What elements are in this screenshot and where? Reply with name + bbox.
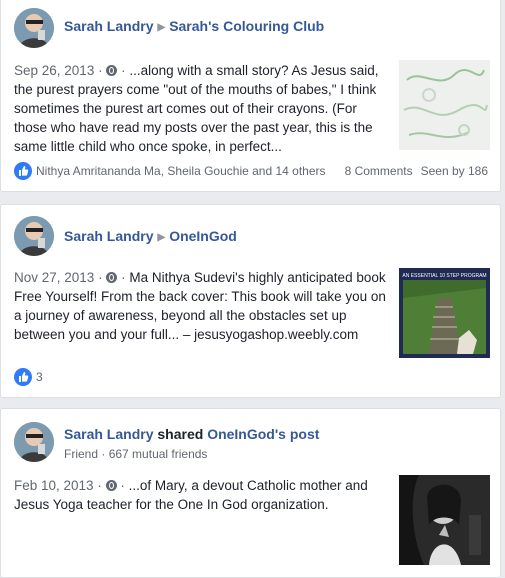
feed-post: Sarah Landry ▶ Sarah's Colouring Club Sep … (0, 0, 501, 192)
like-icon[interactable] (14, 368, 32, 386)
separator: · (98, 63, 103, 78)
post-date[interactable]: Nov 27, 2013 (14, 270, 94, 285)
caret-right-icon: ▶ (157, 232, 166, 243)
feed-post: Sarah Landry shared OneInGod's post Frie… (0, 408, 501, 578)
separator: · (98, 270, 103, 285)
separator: · (120, 478, 125, 493)
separator: · (121, 63, 126, 78)
seen-count[interactable]: Seen by 186 (421, 164, 488, 178)
author-link[interactable]: Sarah Landry (64, 228, 153, 244)
author-link[interactable]: Sarah Landry (64, 426, 153, 442)
friend-info: Friend · 667 mutual friends (64, 447, 207, 461)
separator: · (121, 270, 126, 285)
post-text: Sep 26, 2013 · · ...along with a small s… (14, 61, 389, 156)
post-thumbnail[interactable] (399, 60, 490, 150)
friend-label: Friend (64, 447, 99, 461)
comments-count[interactable]: 8 Comments (345, 164, 413, 178)
reaction-count[interactable]: 3 (36, 370, 43, 384)
group-link[interactable]: OneInGod (169, 228, 237, 244)
post-text: Feb 10, 2013 · · ...of Mary, a devout Ca… (14, 476, 384, 514)
globe-icon (106, 65, 118, 76)
separator: · (97, 478, 102, 493)
post-date[interactable]: Sep 26, 2013 (14, 63, 94, 78)
post-date[interactable]: Feb 10, 2013 (14, 478, 94, 493)
author-link[interactable]: Sarah Landry (64, 18, 153, 34)
post-footer: Nithya Amritananda Ma, Sheila Gouchie an… (14, 162, 488, 180)
mutual-friends-link[interactable]: 667 mutual friends (109, 447, 208, 461)
shared-post-link[interactable]: OneInGod's post (207, 426, 319, 442)
group-link[interactable]: Sarah's Colouring Club (169, 18, 324, 34)
globe-icon (105, 480, 117, 491)
post-thumbnail[interactable] (399, 475, 490, 565)
feed-post: Sarah Landry ▶ OneInGod Nov 27, 2013 · · M… (0, 204, 501, 398)
post-footer: 3 (14, 368, 488, 386)
separator: · (101, 447, 106, 461)
avatar[interactable] (14, 216, 54, 256)
post-thumbnail[interactable]: AN ESSENTIAL 10 STEP PROGRAM (399, 268, 490, 358)
reaction-summary[interactable]: Nithya Amritananda Ma, Sheila Gouchie an… (36, 164, 326, 178)
shared-label: shared (157, 426, 204, 442)
caret-right-icon: ▶ (157, 22, 166, 33)
globe-icon (106, 272, 118, 283)
avatar[interactable] (14, 422, 54, 462)
thumbnail-caption: AN ESSENTIAL 10 STEP PROGRAM (402, 273, 486, 279)
post-text: Nov 27, 2013 · · Ma Nithya Sudevi's high… (14, 268, 389, 344)
like-icon[interactable] (14, 162, 32, 180)
avatar[interactable] (14, 8, 54, 48)
